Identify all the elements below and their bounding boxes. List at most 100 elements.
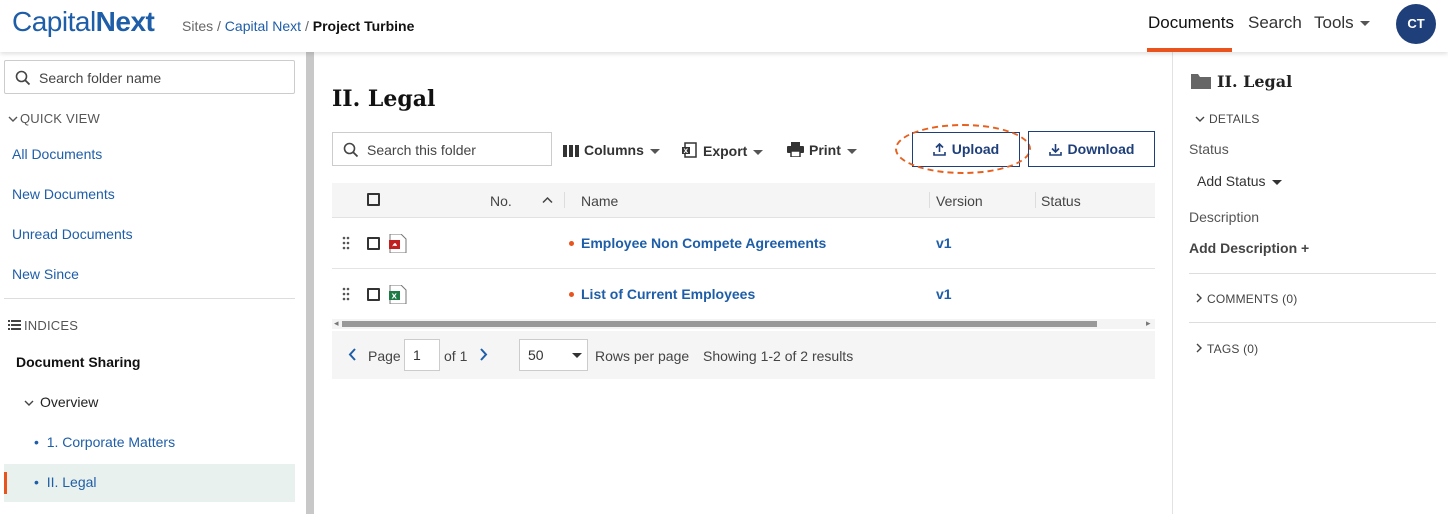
- rows-per-page-label: Rows per page: [595, 348, 690, 364]
- page-count-label: of 1: [444, 348, 468, 364]
- chevron-right-icon: [1196, 293, 1202, 303]
- main-content: II. Legal Search this folder Columns X Ex…: [314, 52, 1172, 514]
- column-header-status[interactable]: Status: [1041, 193, 1081, 209]
- export-excel-icon: X: [682, 142, 697, 158]
- print-menu-button[interactable]: Print: [787, 142, 857, 158]
- panel-divider: [1189, 322, 1436, 323]
- drag-handle-icon[interactable]: [342, 236, 350, 250]
- row-checkbox[interactable]: [367, 237, 380, 250]
- nav-documents[interactable]: Documents: [1148, 13, 1234, 33]
- unread-indicator: [569, 241, 574, 246]
- drag-handle-icon[interactable]: [342, 287, 350, 301]
- results-summary: Showing 1-2 of 2 results: [703, 348, 854, 364]
- chevron-left-icon[interactable]: [348, 348, 357, 361]
- download-button[interactable]: Download: [1028, 131, 1155, 167]
- nav-tools-menu[interactable]: Tools: [1314, 13, 1370, 33]
- app-logo[interactable]: CapitalNext: [12, 6, 155, 38]
- rows-per-page-select[interactable]: 50: [519, 339, 588, 371]
- export-menu-button[interactable]: X Export: [682, 142, 764, 159]
- sidebar-divider: [4, 298, 295, 299]
- breadcrumb-current: Project Turbine: [312, 18, 415, 34]
- indices-section[interactable]: INDICES: [8, 318, 78, 333]
- column-divider: [564, 192, 565, 208]
- caret-down-icon: [1271, 179, 1282, 185]
- chevron-right-icon: [1196, 343, 1202, 353]
- breadcrumb-site-link[interactable]: Capital Next: [225, 18, 301, 34]
- column-header-no[interactable]: No.: [490, 193, 512, 209]
- quick-view-unread-documents[interactable]: Unread Documents: [12, 226, 133, 242]
- sidebar-resize-scrollbar[interactable]: [306, 52, 314, 514]
- selected-item-marker: [4, 472, 7, 494]
- caret-down-icon: [753, 149, 764, 155]
- sort-ascending-icon[interactable]: [542, 196, 553, 204]
- list-icon: [8, 320, 21, 330]
- document-name-link[interactable]: Employee Non Compete Agreements: [581, 235, 826, 251]
- breadcrumb-root: Sites: [182, 18, 214, 34]
- document-version-link[interactable]: v1: [936, 235, 952, 251]
- search-icon: [15, 70, 31, 86]
- scroll-left-arrow-icon[interactable]: ◂: [334, 318, 339, 329]
- chevron-down-icon: [8, 116, 18, 122]
- pdf-file-icon: [389, 234, 407, 253]
- excel-file-icon: X: [389, 285, 407, 304]
- table-row[interactable]: Employee Non Compete Agreements v1: [332, 219, 1155, 269]
- nav-search[interactable]: Search: [1248, 13, 1302, 33]
- table-horizontal-scrollbar[interactable]: ◂ ▸: [332, 318, 1155, 329]
- columns-menu-button[interactable]: Columns: [563, 142, 660, 158]
- quick-view-new-since[interactable]: New Since: [12, 266, 79, 282]
- printer-icon: [787, 142, 804, 158]
- row-checkbox[interactable]: [367, 288, 380, 301]
- caret-down-icon: [846, 148, 857, 154]
- caret-down-icon: [572, 353, 582, 358]
- status-label: Status: [1189, 141, 1229, 157]
- unread-indicator: [569, 292, 574, 297]
- quick-view-all-documents[interactable]: All Documents: [12, 146, 102, 162]
- documents-table: No. Name Version Status Employee Non Com…: [332, 183, 1155, 379]
- index-item-legal[interactable]: • II. Legal: [34, 474, 97, 490]
- select-all-checkbox[interactable]: [367, 193, 380, 206]
- scrollbar-thumb[interactable]: [342, 321, 1097, 327]
- columns-icon: [563, 145, 579, 157]
- folder-title: II. Legal: [332, 86, 436, 112]
- scroll-right-arrow-icon[interactable]: ▸: [1146, 318, 1151, 329]
- document-version-link[interactable]: v1: [936, 286, 952, 302]
- folder-icon: [1191, 74, 1211, 89]
- index-overview-toggle[interactable]: Overview: [24, 394, 98, 410]
- user-avatar[interactable]: CT: [1396, 4, 1436, 44]
- caret-down-icon: [1359, 21, 1370, 27]
- chevron-right-icon[interactable]: [479, 348, 488, 361]
- table-row[interactable]: X List of Current Employees v1: [332, 270, 1155, 320]
- description-label: Description: [1189, 209, 1260, 225]
- add-status-dropdown[interactable]: Add Status: [1197, 173, 1282, 189]
- svg-text:X: X: [684, 148, 689, 155]
- search-icon: [343, 142, 359, 158]
- tags-section-toggle[interactable]: TAGS (0): [1195, 342, 1258, 356]
- details-section-toggle[interactable]: DETAILS: [1195, 112, 1260, 126]
- folder-search-input[interactable]: Search folder name: [4, 60, 295, 94]
- pagination-bar: Page 1 of 1 50 Rows per page Showing 1-2…: [332, 331, 1155, 379]
- caret-down-icon: [649, 148, 660, 154]
- table-header: No. Name Version Status: [332, 183, 1155, 218]
- details-folder-title: II. Legal: [1191, 72, 1292, 91]
- document-name-link[interactable]: List of Current Employees: [581, 286, 755, 302]
- column-divider: [1035, 192, 1036, 208]
- column-header-name[interactable]: Name: [581, 193, 618, 209]
- column-divider: [929, 192, 930, 208]
- quick-view-toggle[interactable]: QUICK VIEW: [8, 111, 100, 126]
- active-tab-underline: [1147, 48, 1232, 52]
- chevron-down-icon: [24, 400, 34, 406]
- folder-content-search-input[interactable]: Search this folder: [332, 132, 552, 166]
- page-number-input[interactable]: 1: [404, 339, 440, 371]
- page-label: Page: [368, 348, 401, 364]
- quick-view-new-documents[interactable]: New Documents: [12, 186, 115, 202]
- index-group-title[interactable]: Document Sharing: [16, 354, 140, 370]
- index-item-corporate-matters[interactable]: • 1. Corporate Matters: [34, 434, 175, 450]
- download-icon: [1048, 144, 1062, 156]
- comments-section-toggle[interactable]: COMMENTS (0): [1195, 292, 1297, 306]
- add-description-button[interactable]: Add Description +: [1189, 240, 1309, 256]
- folder-sidebar: Search folder name QUICK VIEW All Docume…: [0, 52, 306, 514]
- column-header-version[interactable]: Version: [936, 193, 983, 209]
- chevron-down-icon: [1195, 116, 1205, 122]
- panel-divider: [1189, 273, 1436, 274]
- details-panel: II. Legal DETAILS Status Add Status Desc…: [1172, 52, 1448, 514]
